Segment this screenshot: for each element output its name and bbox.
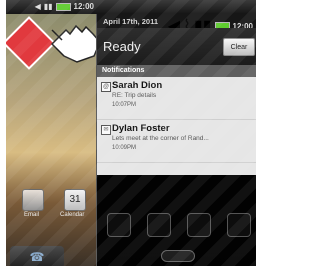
home-shortcuts: Email 31 Calendar (6, 184, 100, 229)
calendar-app-label: Calendar (60, 212, 85, 218)
ghost-app-icon (227, 213, 251, 237)
gmail-icon: @ (101, 82, 111, 92)
calendar-app-icon[interactable]: 31 (64, 189, 86, 211)
shade-drag-handle[interactable] (161, 250, 195, 262)
signal-icon: ▮▮ (43, 2, 53, 11)
notification-sender: Sarah Dion (112, 80, 163, 91)
status-bar: ◀ ▮▮ 12:00 (6, 0, 256, 14)
phone-screen: ◀ ▮▮ 12:00 Email 31 Calendar ☎ April 17t… (6, 0, 256, 266)
shade-status-bar: April 17th, 2011 ◀ ⌇ ▮▮ 12:00 (97, 14, 256, 35)
notification-shade: April 17th, 2011 ◀ ⌇ ▮▮ 12:00 Ready Clea… (96, 14, 256, 266)
notification-message: Lets meet at the corner of Rand... (112, 135, 209, 142)
phone-dialer-button[interactable]: ☎ (10, 246, 64, 266)
notification-item[interactable]: ✉ Dylan Foster Lets meet at the corner o… (97, 120, 256, 163)
status-time-left: 12:00 (73, 2, 94, 11)
notification-time: 10:07PM (112, 102, 137, 108)
phone-icon: ☎ (29, 250, 45, 264)
notification-message: RE: Trip details (112, 92, 157, 99)
email-app-label: Email (24, 212, 40, 218)
clear-notifications-button[interactable]: Clear (223, 38, 255, 56)
notification-list: @ Sarah Dion RE: Trip details 10:07PM ✉ … (97, 77, 256, 175)
status-icons-left: ◀ ▮▮ 12:00 (35, 2, 94, 11)
carrier-status-title: Ready (103, 39, 141, 54)
notification-time: 10:09PM (112, 145, 137, 151)
email-envelope-icon: ✉ (101, 125, 111, 135)
ghost-app-icon (147, 213, 171, 237)
battery-icon (55, 2, 71, 11)
notification-item[interactable]: @ Sarah Dion RE: Trip details 10:07PM (97, 77, 256, 120)
email-app-icon[interactable] (22, 189, 44, 211)
sound-icon: ◀ (34, 2, 41, 11)
notifications-section-label: Notifications (97, 65, 256, 77)
notification-sender: Dylan Foster (112, 123, 170, 134)
ghost-app-icon (187, 213, 211, 237)
shade-date: April 17th, 2011 (103, 17, 159, 26)
ghost-app-icon (107, 213, 131, 237)
